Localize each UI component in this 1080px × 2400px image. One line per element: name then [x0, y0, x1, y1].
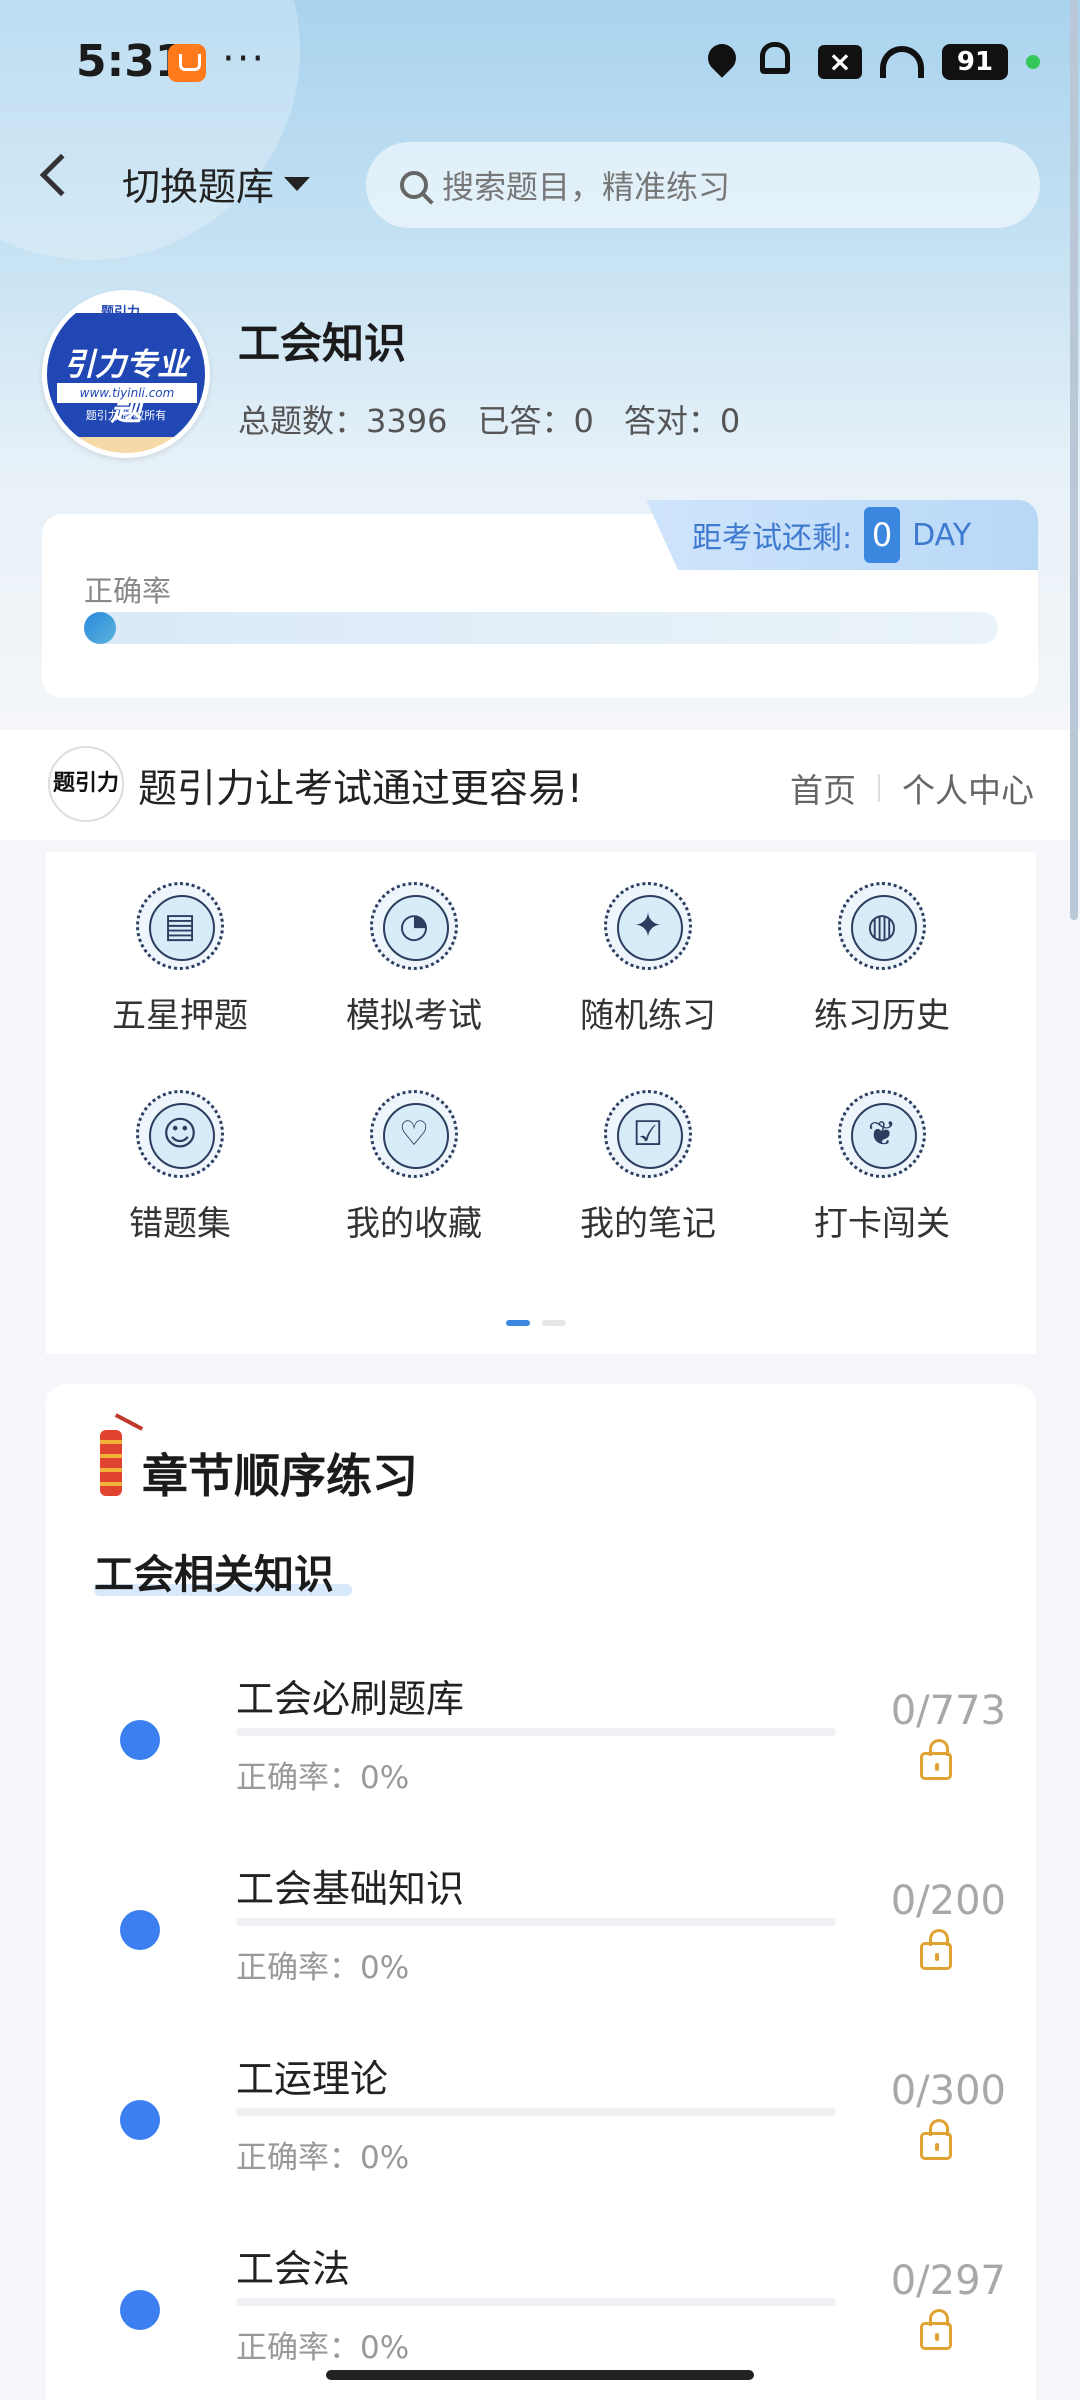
bank-title: 工会知识 — [238, 319, 407, 368]
row-progress-bar — [236, 1918, 836, 1926]
lock-icon[interactable] — [920, 1929, 952, 1970]
search-icon — [400, 171, 428, 199]
row-bullet-icon — [120, 1910, 160, 1950]
menu-item-6[interactable]: ☑ 我的笔记 — [548, 1090, 748, 1245]
app-notification-icon — [168, 44, 206, 82]
search-placeholder: 搜索题目，精准练习 — [442, 168, 731, 206]
row-accuracy: 正确率：0% — [236, 2330, 410, 2366]
row-progress-bar — [236, 2108, 836, 2116]
bank-logo: 题引力 引力专业题 www.tiyinli.com 题引力 版权所有 — [42, 290, 210, 458]
network-icon: ✦ — [604, 882, 692, 970]
total-count: 总题数：3396 — [238, 402, 448, 440]
section-title: 工会相关知识 — [94, 1552, 334, 1598]
menu-item-label: 我的收藏 — [346, 1204, 482, 1244]
menu-item-label: 打卡闯关 — [814, 1204, 950, 1244]
chapter-title: 章节顺序练习 — [142, 1449, 418, 1503]
location-icon — [702, 38, 742, 82]
row-name: 工运理论 — [236, 2057, 389, 2101]
pager-dot[interactable] — [542, 1320, 566, 1326]
firecracker-icon — [90, 1413, 144, 1500]
bell-muted-icon — [760, 42, 800, 82]
chapter-practice-card: 章节顺序练习 工会相关知识 工会必刷题库 正确率：0% 0/773 工会基础知识 正确率… — [46, 1384, 1036, 2400]
menu-pager — [506, 1320, 566, 1326]
menu-item-0[interactable]: ▤ 五星押题 — [80, 882, 280, 1037]
row-accuracy: 正确率：0% — [236, 1950, 410, 1986]
switch-bank-label: 切换题库 — [122, 165, 275, 209]
row-name: 工会法 — [236, 2247, 351, 2291]
row-count: 0/200 — [890, 1878, 1006, 1924]
exam-countdown-badge: 距考试还剩: 0 DAY — [646, 500, 1038, 570]
row-progress-bar — [236, 1728, 836, 1736]
accuracy-progress-bar — [84, 612, 998, 644]
answered-count: 已答：0 — [477, 402, 594, 440]
heart-icon: ♡ — [370, 1090, 458, 1178]
menu-item-label: 五星押题 — [112, 996, 248, 1036]
gauge-icon: ◔ — [370, 882, 458, 970]
row-count: 0/300 — [890, 2068, 1006, 2114]
chapter-row[interactable]: 工运理论正确率：0% 0/300 — [46, 2048, 1036, 2238]
menu-item-3[interactable]: ◍ 练习历史 — [782, 882, 982, 1037]
brand-logo: 题引力 — [48, 746, 124, 822]
menu-item-label: 我的笔记 — [580, 1204, 716, 1244]
lock-icon[interactable] — [920, 1739, 952, 1780]
wifi-icon — [880, 46, 924, 78]
link-divider — [878, 774, 880, 802]
banner-slogan: 题引力让考试通过更容易! — [138, 767, 583, 812]
menu-item-label: 练习历史 — [814, 996, 950, 1036]
head-icon: ☺ — [136, 1090, 224, 1178]
accuracy-progress-knob — [84, 612, 116, 644]
row-count: 0/297 — [890, 2258, 1006, 2304]
chapter-row[interactable]: 工会必刷题库正确率：0% 0/773 — [46, 1668, 1036, 1858]
countdown-label: 距考试还剩: — [692, 521, 853, 556]
battery-icon: 91 — [942, 44, 1008, 80]
row-bullet-icon — [120, 2100, 160, 2140]
countdown-unit: DAY — [912, 517, 972, 553]
menu-item-4[interactable]: ☺ 错题集 — [80, 1090, 280, 1245]
countdown-value: 0 — [864, 507, 901, 563]
logo-url-text: www.tiyinli.com — [57, 383, 197, 403]
pager-dot-active[interactable] — [506, 1320, 530, 1326]
row-bullet-icon — [120, 2290, 160, 2330]
profile-link[interactable]: 个人中心 — [902, 764, 1034, 812]
privacy-dot-icon — [1026, 55, 1040, 69]
correct-count: 答对：0 — [623, 402, 741, 440]
scrollbar[interactable] — [1070, 0, 1078, 920]
menu-item-5[interactable]: ♡ 我的收藏 — [314, 1090, 514, 1245]
home-link[interactable]: 首页 — [790, 764, 856, 812]
feature-menu: ▤ 五星押题 ◔ 模拟考试 ✦ 随机练习 ◍ 练习历史 ☺ 错题集 ♡ 我的收藏 ☑ 我的笔记 ❦ 打卡闯关 — [46, 852, 1036, 1354]
bank-stats: 总题数：3396 已答：0 答对：0 — [238, 396, 740, 442]
check-note-icon: ☑ — [604, 1090, 692, 1178]
search-input[interactable]: 搜索题目，精准练习 — [366, 142, 1040, 228]
close-box-icon: × — [818, 45, 862, 79]
row-name: 工会必刷题库 — [236, 1677, 465, 1721]
chapter-row[interactable]: 工会基础知识正确率：0% 0/200 — [46, 1858, 1036, 2048]
switch-bank-button[interactable]: 切换题库 — [122, 156, 311, 211]
accuracy-card: 距考试还剩: 0 DAY 正确率 — [42, 500, 1038, 698]
id-card-icon: ▤ — [136, 882, 224, 970]
accuracy-label: 正确率 — [84, 574, 172, 608]
caret-down-icon — [284, 176, 311, 191]
menu-item-label: 模拟考试 — [346, 996, 482, 1036]
menu-item-1[interactable]: ◔ 模拟考试 — [314, 882, 514, 1037]
lock-icon[interactable] — [920, 2119, 952, 2160]
logo-copyright-text: 题引力 版权所有 — [85, 409, 167, 422]
promo-banner: 题引力 题引力让考试通过更容易! 首页 个人中心 — [0, 730, 1080, 840]
row-accuracy: 正确率：0% — [236, 1760, 410, 1796]
menu-item-label: 随机练习 — [580, 996, 716, 1036]
menu-item-2[interactable]: ✦ 随机练习 — [548, 882, 748, 1037]
status-bar: 5:31 ··· × 91 — [0, 0, 1080, 126]
more-notifications-icon: ··· — [222, 36, 267, 82]
row-count: 0/773 — [890, 1688, 1006, 1734]
row-progress-bar — [236, 2298, 836, 2306]
home-indicator[interactable] — [326, 2370, 754, 2380]
row-bullet-icon — [120, 1720, 160, 1760]
lock-icon[interactable] — [920, 2309, 952, 2350]
menu-item-7[interactable]: ❦ 打卡闯关 — [782, 1090, 982, 1245]
row-accuracy: 正确率：0% — [236, 2140, 410, 2176]
menu-item-label: 错题集 — [129, 1204, 231, 1244]
row-name: 工会基础知识 — [236, 1867, 465, 1911]
leaf-icon: ❦ — [838, 1090, 926, 1178]
globe-icon: ◍ — [838, 882, 926, 970]
